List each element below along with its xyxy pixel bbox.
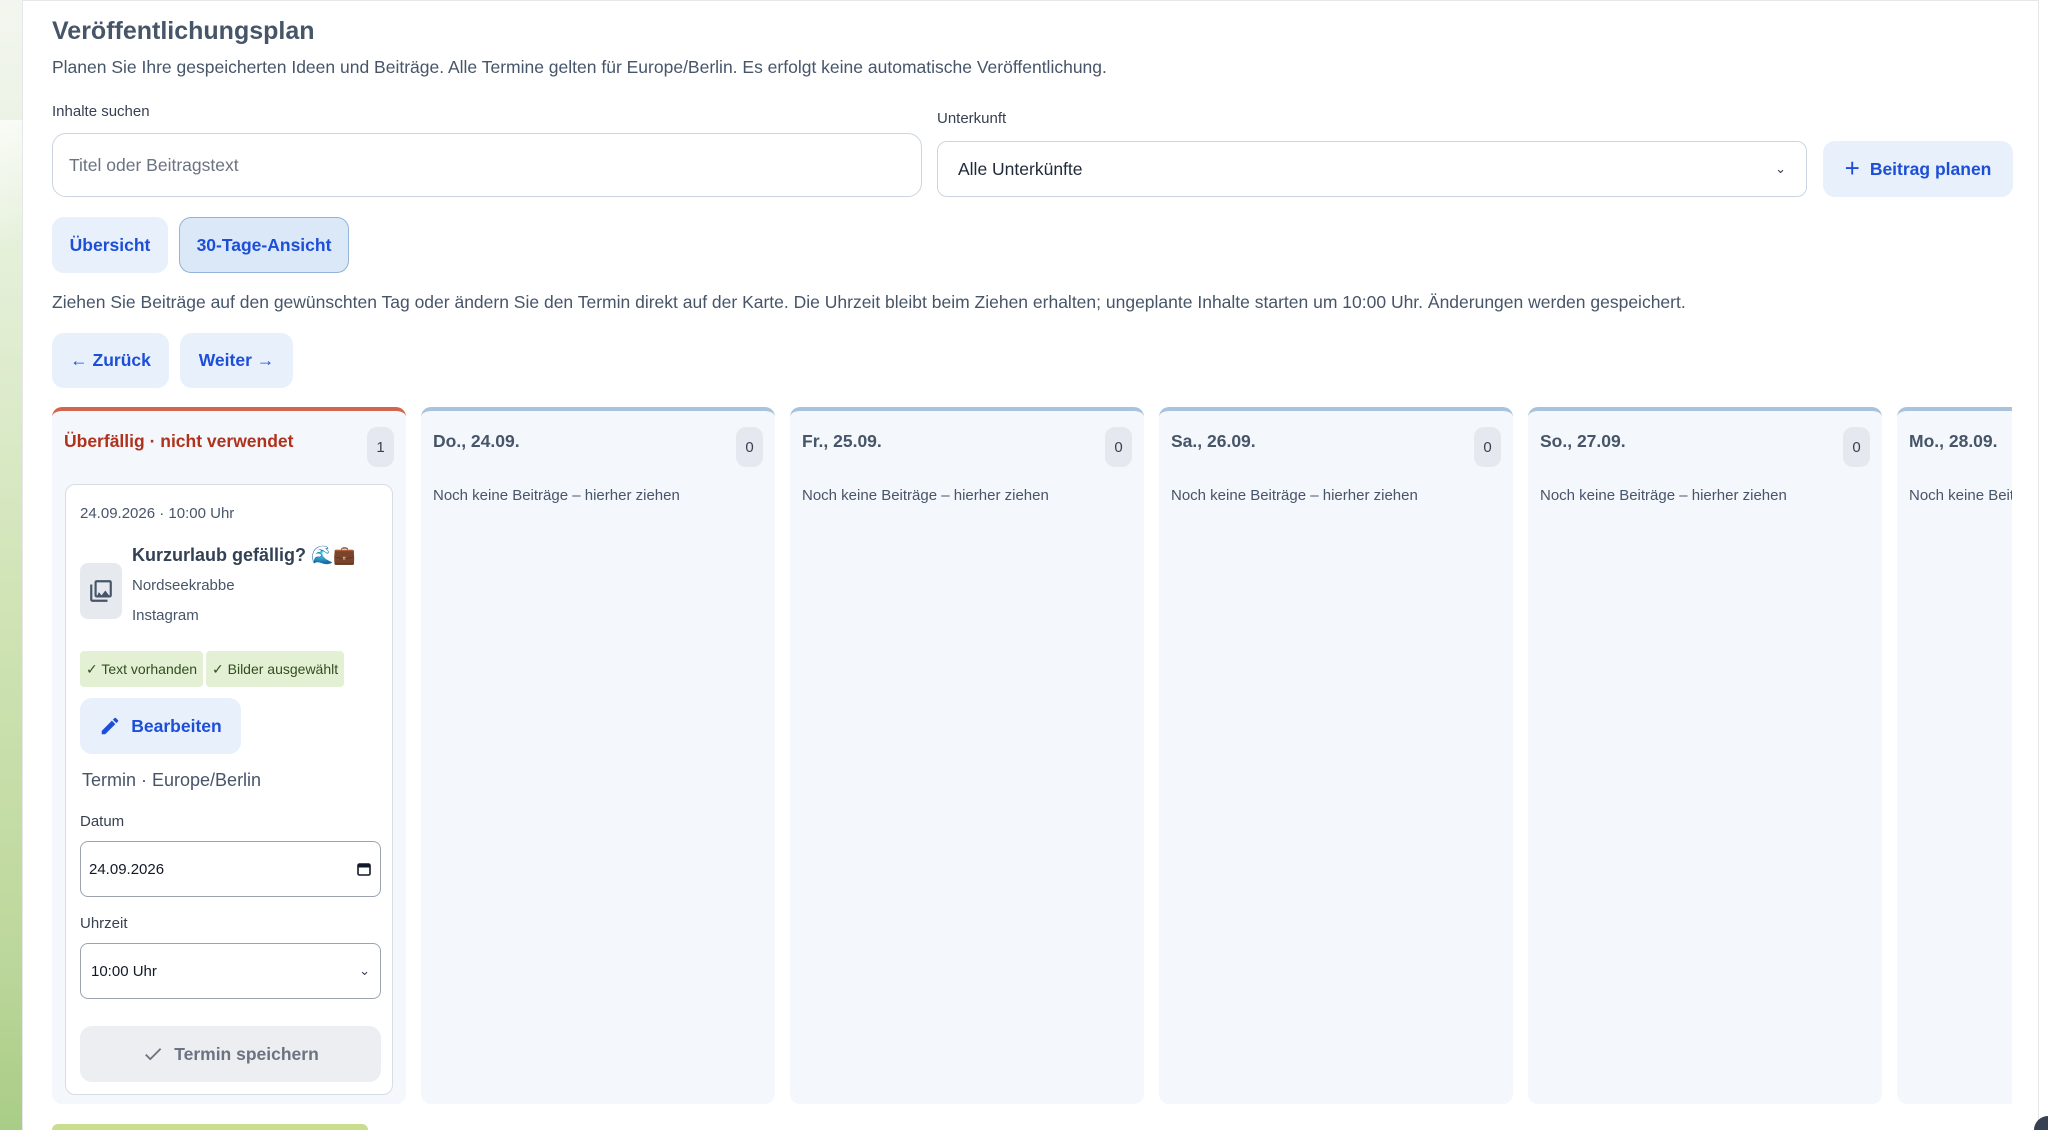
- scrollbar-track[interactable]: [2038, 0, 2048, 1130]
- date-input[interactable]: 24.09.2026: [80, 841, 381, 897]
- column-empty-text: Noch keine Beiträge – hierher ziehen: [433, 487, 680, 504]
- tab-overview-label: Übersicht: [69, 234, 151, 255]
- card-title: Kurzurlaub gefällig? 🌊💼: [132, 545, 356, 565]
- chevron-down-icon: ⌄: [359, 963, 370, 978]
- plus-icon: +: [1844, 153, 1860, 183]
- save-schedule-button[interactable]: Termin speichern: [80, 1026, 381, 1082]
- unterkunft-label: Unterkunft: [937, 110, 1007, 127]
- time-label: Uhrzeit: [80, 915, 128, 932]
- page-subtitle: Planen Sie Ihre gespeicherten Ideen und …: [52, 57, 1107, 77]
- next-button[interactable]: Weiter →: [180, 333, 293, 388]
- column-count-badge: 0: [1843, 427, 1870, 467]
- plan-post-label: Beitrag planen: [1869, 158, 1992, 179]
- edit-button[interactable]: Bearbeiten: [80, 698, 241, 754]
- schedule-label: Termin · Europe/Berlin: [82, 770, 262, 790]
- tab-30-day-view[interactable]: 30-Tage-Ansicht: [179, 217, 349, 273]
- save-schedule-label: Termin speichern: [174, 1043, 319, 1064]
- page-title: Veröffentlichungsplan: [52, 17, 315, 45]
- search-label: Inhalte suchen: [52, 103, 150, 120]
- edit-button-label: Bearbeiten: [131, 715, 222, 736]
- calendar-icon[interactable]: [356, 861, 372, 877]
- column-title: Mo., 28.09.: [1909, 431, 1998, 451]
- column-overdue[interactable]: Überfällig · nicht verwendet 1 24.09.202…: [52, 407, 406, 1104]
- date-label: Datum: [80, 813, 125, 830]
- date-value: 24.09.2026: [89, 860, 165, 878]
- column-empty-text: Noch keine Beiträge – hierher ziehen: [1171, 487, 1418, 504]
- column-title: Do., 24.09.: [433, 431, 520, 451]
- column-count-badge: 1: [367, 427, 394, 467]
- image-icon: [80, 563, 122, 619]
- column-count-badge: 0: [1474, 427, 1501, 467]
- column-count-badge: 0: [736, 427, 763, 467]
- column-day[interactable]: Mo., 28.09. 0 Noch keine Beiträge – hier…: [1897, 407, 2012, 1104]
- column-day[interactable]: So., 27.09. 0 Noch keine Beiträge – hier…: [1528, 407, 1882, 1104]
- drag-hint: Ziehen Sie Beiträge auf den gewünschten …: [52, 292, 1686, 312]
- badge-text-available: ✓ Text vorhanden: [80, 651, 204, 687]
- search-input[interactable]: [52, 133, 922, 197]
- unterkunft-selected-value: Alle Unterkünfte: [958, 158, 1083, 179]
- chevron-down-icon: ⌄: [1775, 161, 1786, 176]
- column-title: Überfällig · nicht verwendet: [64, 431, 294, 451]
- column-day[interactable]: Fr., 25.09. 0 Noch keine Beiträge – hier…: [790, 407, 1144, 1104]
- pencil-icon: [102, 717, 119, 735]
- background-decoration: [0, 0, 22, 1130]
- column-title: So., 27.09.: [1540, 431, 1626, 451]
- unterkunft-select[interactable]: Alle Unterkünfte ⌄: [937, 141, 1807, 197]
- bottom-bar: [52, 1124, 368, 1130]
- plan-post-button[interactable]: + Beitrag planen: [1823, 141, 2013, 197]
- tab-overview[interactable]: Übersicht: [52, 217, 168, 273]
- back-button[interactable]: ← Zurück: [52, 333, 169, 388]
- post-card[interactable]: 24.09.2026 · 10:00 Uhr Kurzurlaub gefäll…: [65, 484, 393, 1095]
- card-property: Nordseekrabbe: [132, 577, 235, 594]
- time-select[interactable]: 10:00 Uhr ⌄: [80, 943, 381, 999]
- column-empty-text: Noch keine Beiträge – hierher ziehen: [1540, 487, 1787, 504]
- time-value: 10:00 Uhr: [91, 962, 157, 980]
- column-title: Sa., 26.09.: [1171, 431, 1256, 451]
- card-datetime: 24.09.2026 · 10:00 Uhr: [80, 505, 235, 522]
- badge-images-selected: ✓ Bilder ausgewählt: [206, 651, 345, 687]
- column-empty-text: Noch keine Beiträge – hierher ziehen: [802, 487, 1049, 504]
- calendar-board: Überfällig · nicht verwendet 1 24.09.202…: [52, 407, 2012, 1104]
- column-count-badge: 0: [1105, 427, 1132, 467]
- checkmark-icon: [145, 1048, 162, 1061]
- column-title: Fr., 25.09.: [802, 431, 882, 451]
- column-day[interactable]: Sa., 26.09. 0 Noch keine Beiträge – hier…: [1159, 407, 1513, 1104]
- card-channel: Instagram: [132, 607, 199, 624]
- column-day[interactable]: Do., 24.09. 0 Noch keine Beiträge – hier…: [421, 407, 775, 1104]
- tab-30-day-view-label: 30-Tage-Ansicht: [196, 234, 332, 255]
- column-empty-text: Noch keine Beiträge – hierher ziehen: [1909, 487, 2012, 504]
